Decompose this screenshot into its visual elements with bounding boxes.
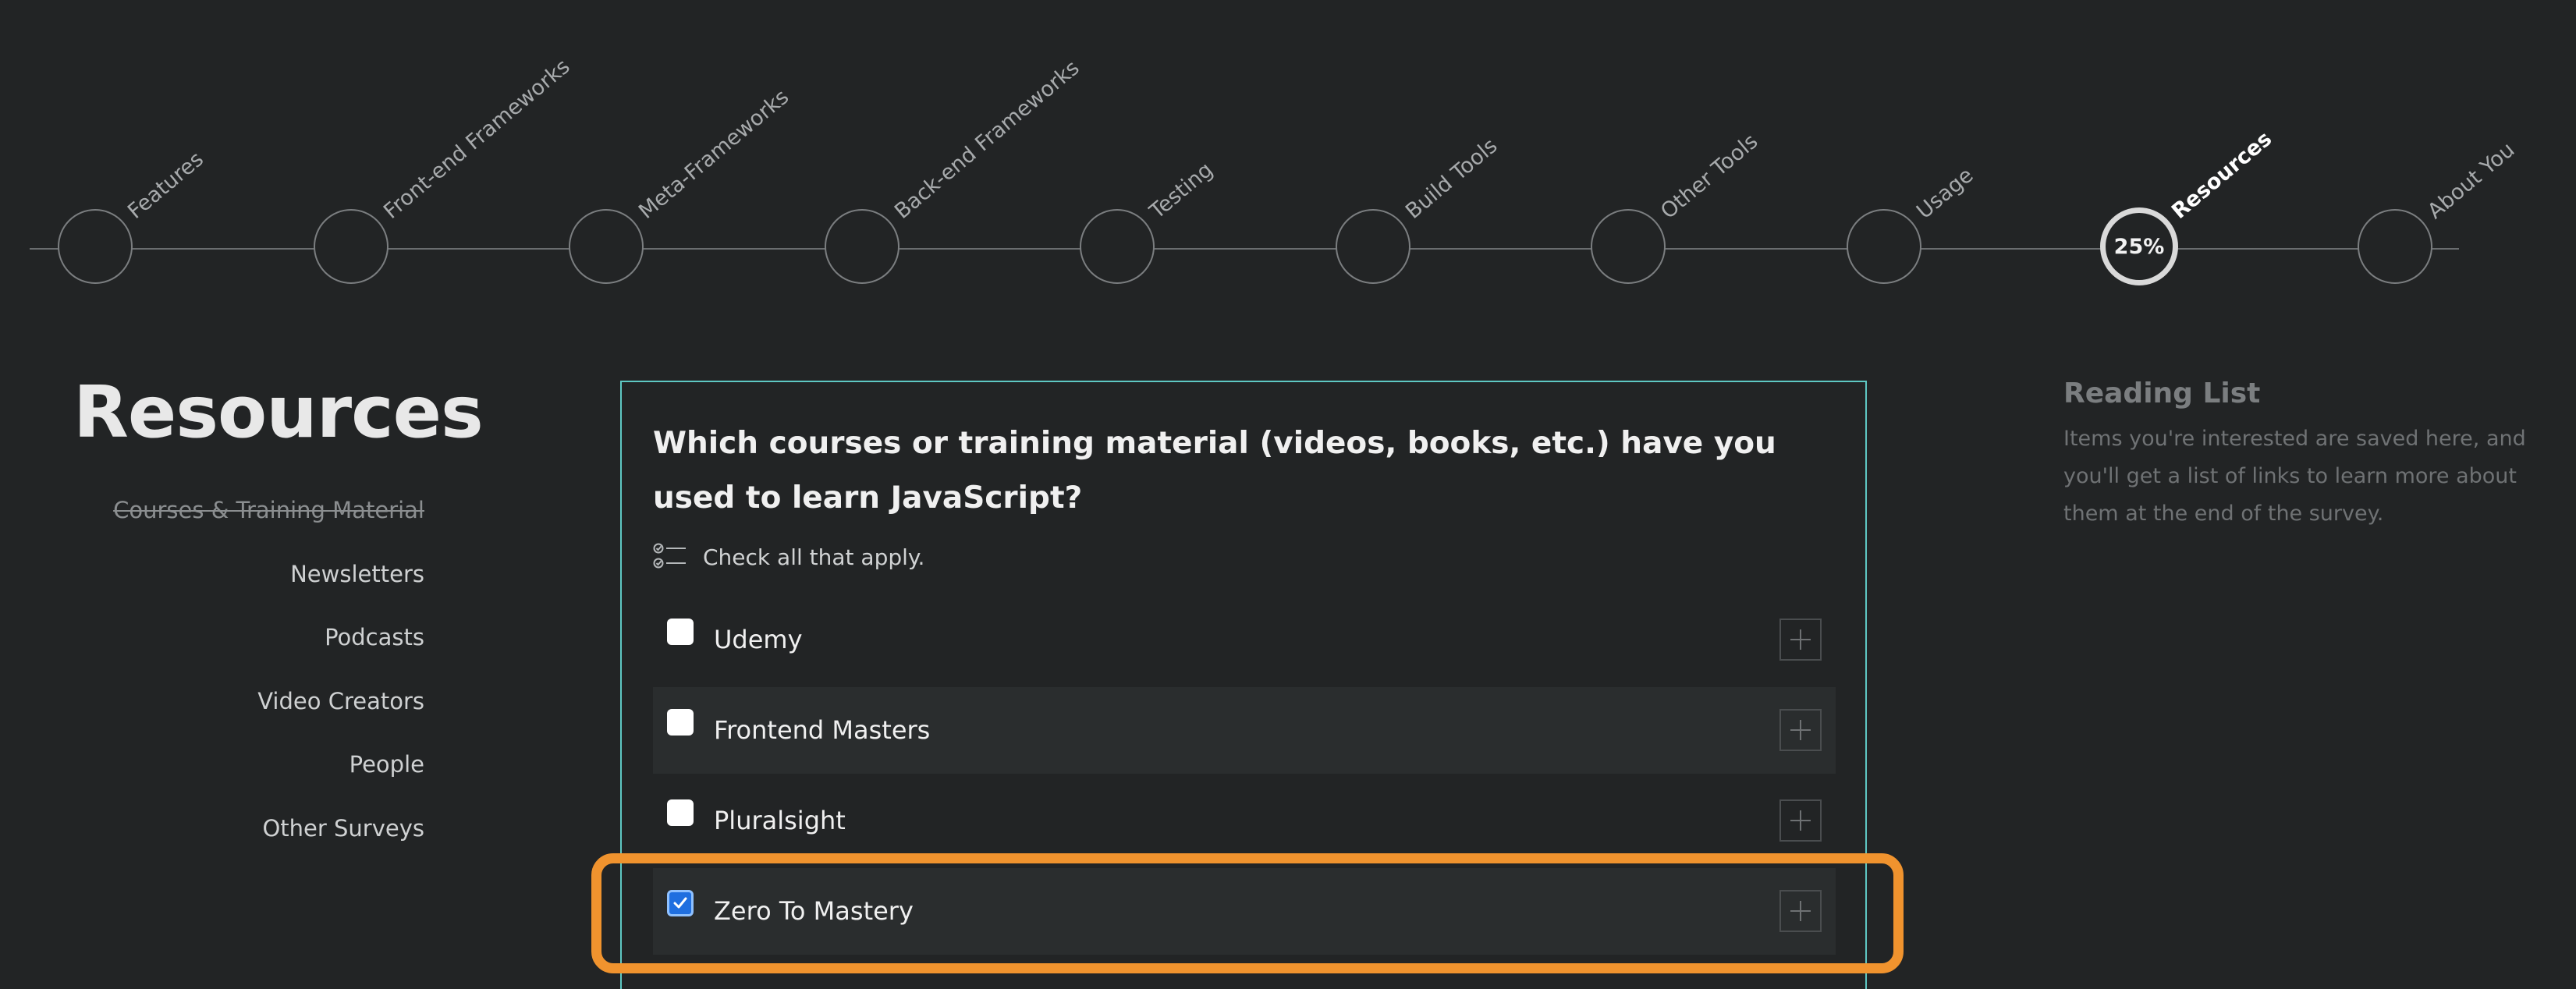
option-row[interactable]: Frontend Masters (653, 687, 1836, 774)
add-to-reading-list-button[interactable] (1779, 709, 1822, 751)
add-to-reading-list-button[interactable] (1779, 799, 1822, 842)
step-node[interactable] (1591, 209, 1666, 284)
progress-percent: 25% (2113, 234, 2165, 259)
step-node[interactable] (569, 209, 644, 284)
steps-progress-line (30, 248, 2459, 250)
option-checkbox[interactable] (667, 619, 694, 645)
reading-list-description: Items you're interested are saved here, … (2063, 427, 2526, 526)
step-node[interactable] (1846, 209, 1921, 284)
add-to-reading-list-button[interactable] (1779, 890, 1822, 932)
step-node[interactable] (313, 209, 389, 284)
step-node[interactable]: 25% (2100, 207, 2178, 285)
hint-row: Check all that apply. (653, 541, 924, 572)
option-label[interactable]: Udemy (714, 597, 803, 683)
section-nav-item[interactable]: Newsletters (73, 560, 424, 624)
step-label[interactable]: Front-end Frameworks (379, 55, 575, 224)
section-nav-item[interactable]: Other Surveys (73, 814, 424, 878)
section-nav-item[interactable]: Courses & Training Material (73, 496, 424, 560)
option-label[interactable]: Frontend Masters (714, 687, 930, 774)
section-nav: Courses & Training Material Newsletters Po… (73, 496, 424, 877)
step-label[interactable]: About You (2423, 138, 2519, 224)
option-label[interactable]: Zero To Mastery (714, 868, 914, 955)
step-label[interactable]: Resources (2167, 127, 2276, 224)
step-label[interactable]: Other Tools (1656, 129, 1762, 224)
step-node[interactable] (1080, 209, 1155, 284)
add-to-reading-list-button[interactable] (1779, 619, 1822, 661)
checklist-icon (653, 543, 686, 569)
option-row[interactable]: Pluralsight (653, 778, 1836, 864)
option-checkbox[interactable] (667, 890, 694, 916)
survey-page: Features Front-end Frameworks Meta-Framewo… (0, 0, 2576, 989)
section-nav-item[interactable]: Podcasts (73, 623, 424, 687)
section-title: Resources (73, 370, 484, 454)
option-label[interactable]: Pluralsight (714, 778, 846, 864)
step-node[interactable] (824, 209, 899, 284)
step-label[interactable]: Features (123, 147, 208, 224)
question-card: Which courses or training material (vide… (620, 381, 1867, 989)
step-label[interactable]: Meta-Frameworks (634, 85, 793, 224)
step-label[interactable]: Back-end Frameworks (890, 56, 1084, 224)
question-title: Which courses or training material (vide… (653, 426, 1776, 516)
step-node[interactable] (2357, 209, 2432, 284)
checkmark-icon (673, 897, 687, 909)
option-checkbox[interactable] (667, 799, 694, 826)
step-label[interactable]: Build Tools (1401, 133, 1502, 224)
reading-list-title: Reading List (2063, 378, 2261, 409)
option-row[interactable]: Udemy (653, 597, 1836, 683)
step-node[interactable] (1335, 209, 1410, 284)
step-label[interactable]: Usage (1912, 163, 1978, 224)
section-nav-item[interactable]: Video Creators (73, 687, 424, 751)
step-label[interactable]: Testing (1145, 158, 1218, 224)
section-nav-item[interactable]: People (73, 750, 424, 814)
hint-text: Check all that apply. (703, 544, 925, 570)
step-node[interactable] (58, 209, 133, 284)
option-row[interactable]: Zero To Mastery (653, 868, 1836, 955)
option-checkbox[interactable] (667, 709, 694, 736)
reading-list: Reading List Items you're interested are… (2063, 378, 2571, 533)
